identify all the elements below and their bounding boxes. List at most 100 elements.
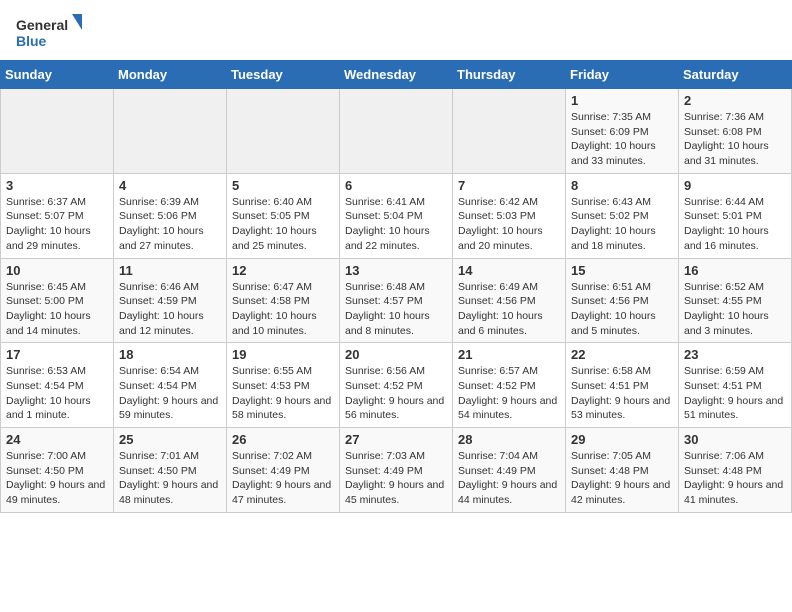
day-number: 4 — [119, 178, 221, 193]
calendar-cell: 5 Sunrise: 6:40 AM Sunset: 5:05 PM Daylig… — [227, 173, 340, 258]
weekday-header: Friday — [566, 61, 679, 89]
day-info: Sunrise: 6:56 AM Sunset: 4:52 PM Dayligh… — [345, 364, 447, 423]
day-info: Sunrise: 7:03 AM Sunset: 4:49 PM Dayligh… — [345, 449, 447, 508]
calendar-cell — [340, 89, 453, 174]
day-number: 9 — [684, 178, 786, 193]
calendar-cell — [453, 89, 566, 174]
day-number: 14 — [458, 263, 560, 278]
day-number: 16 — [684, 263, 786, 278]
calendar-cell: 16 Sunrise: 6:52 AM Sunset: 4:55 PM Dayli… — [679, 258, 792, 343]
calendar-header-row: SundayMondayTuesdayWednesdayThursdayFrid… — [1, 61, 792, 89]
calendar-cell: 9 Sunrise: 6:44 AM Sunset: 5:01 PM Daylig… — [679, 173, 792, 258]
calendar-cell: 4 Sunrise: 6:39 AM Sunset: 5:06 PM Daylig… — [114, 173, 227, 258]
day-info: Sunrise: 6:47 AM Sunset: 4:58 PM Dayligh… — [232, 280, 334, 339]
day-info: Sunrise: 6:59 AM Sunset: 4:51 PM Dayligh… — [684, 364, 786, 423]
calendar-cell — [227, 89, 340, 174]
day-number: 27 — [345, 432, 447, 447]
day-number: 29 — [571, 432, 673, 447]
day-info: Sunrise: 6:43 AM Sunset: 5:02 PM Dayligh… — [571, 195, 673, 254]
calendar-cell: 24 Sunrise: 7:00 AM Sunset: 4:50 PM Dayli… — [1, 428, 114, 513]
day-number: 7 — [458, 178, 560, 193]
calendar-week-row: 10 Sunrise: 6:45 AM Sunset: 5:00 PM Dayli… — [1, 258, 792, 343]
day-number: 24 — [6, 432, 108, 447]
calendar-week-row: 3 Sunrise: 6:37 AM Sunset: 5:07 PM Daylig… — [1, 173, 792, 258]
weekday-header: Saturday — [679, 61, 792, 89]
day-info: Sunrise: 7:04 AM Sunset: 4:49 PM Dayligh… — [458, 449, 560, 508]
day-info: Sunrise: 7:00 AM Sunset: 4:50 PM Dayligh… — [6, 449, 108, 508]
day-number: 6 — [345, 178, 447, 193]
calendar-cell: 29 Sunrise: 7:05 AM Sunset: 4:48 PM Dayli… — [566, 428, 679, 513]
day-number: 26 — [232, 432, 334, 447]
calendar-cell: 19Sunrise: 6:55 AM Sunset: 4:53 PM Dayli… — [227, 343, 340, 428]
day-info: Sunrise: 6:45 AM Sunset: 5:00 PM Dayligh… — [6, 280, 108, 339]
day-info: Sunrise: 6:48 AM Sunset: 4:57 PM Dayligh… — [345, 280, 447, 339]
calendar-cell: 18 Sunrise: 6:54 AM Sunset: 4:54 PM Dayli… — [114, 343, 227, 428]
day-info: Sunrise: 6:54 AM Sunset: 4:54 PM Dayligh… — [119, 364, 221, 423]
day-number: 12 — [232, 263, 334, 278]
page-header: GeneralBlue — [0, 0, 792, 60]
calendar-cell: 17 Sunrise: 6:53 AM Sunset: 4:54 PM Dayli… — [1, 343, 114, 428]
day-number: 15 — [571, 263, 673, 278]
calendar-week-row: 24 Sunrise: 7:00 AM Sunset: 4:50 PM Dayli… — [1, 428, 792, 513]
calendar-cell: 6 Sunrise: 6:41 AM Sunset: 5:04 PM Daylig… — [340, 173, 453, 258]
calendar-cell: 3 Sunrise: 6:37 AM Sunset: 5:07 PM Daylig… — [1, 173, 114, 258]
calendar-table: SundayMondayTuesdayWednesdayThursdayFrid… — [0, 60, 792, 513]
day-number: 11 — [119, 263, 221, 278]
day-info: Sunrise: 6:46 AM Sunset: 4:59 PM Dayligh… — [119, 280, 221, 339]
day-info: Sunrise: 7:36 AM Sunset: 6:08 PM Dayligh… — [684, 110, 786, 169]
weekday-header: Thursday — [453, 61, 566, 89]
weekday-header: Sunday — [1, 61, 114, 89]
day-number: 20 — [345, 347, 447, 362]
logo: GeneralBlue — [16, 12, 86, 52]
day-info: Sunrise: 6:53 AM Sunset: 4:54 PM Dayligh… — [6, 364, 108, 423]
calendar-cell: 2 Sunrise: 7:36 AM Sunset: 6:08 PM Daylig… — [679, 89, 792, 174]
calendar-week-row: 17 Sunrise: 6:53 AM Sunset: 4:54 PM Dayli… — [1, 343, 792, 428]
day-number: 21 — [458, 347, 560, 362]
day-number: 23 — [684, 347, 786, 362]
day-number: 25 — [119, 432, 221, 447]
calendar-cell: 8Sunrise: 6:43 AM Sunset: 5:02 PM Daylig… — [566, 173, 679, 258]
weekday-header: Monday — [114, 61, 227, 89]
calendar-cell: 27 Sunrise: 7:03 AM Sunset: 4:49 PM Dayli… — [340, 428, 453, 513]
day-number: 2 — [684, 93, 786, 108]
day-info: Sunrise: 7:05 AM Sunset: 4:48 PM Dayligh… — [571, 449, 673, 508]
day-number: 5 — [232, 178, 334, 193]
day-number: 30 — [684, 432, 786, 447]
day-info: Sunrise: 6:39 AM Sunset: 5:06 PM Dayligh… — [119, 195, 221, 254]
day-info: Sunrise: 6:52 AM Sunset: 4:55 PM Dayligh… — [684, 280, 786, 339]
calendar-cell: 1Sunrise: 7:35 AM Sunset: 6:09 PM Daylig… — [566, 89, 679, 174]
day-number: 17 — [6, 347, 108, 362]
weekday-header: Tuesday — [227, 61, 340, 89]
day-number: 18 — [119, 347, 221, 362]
calendar-cell: 28 Sunrise: 7:04 AM Sunset: 4:49 PM Dayli… — [453, 428, 566, 513]
day-number: 3 — [6, 178, 108, 193]
calendar-cell — [1, 89, 114, 174]
weekday-header: Wednesday — [340, 61, 453, 89]
day-number: 1 — [571, 93, 673, 108]
day-number: 28 — [458, 432, 560, 447]
logo-svg: GeneralBlue — [16, 12, 86, 52]
day-info: Sunrise: 6:44 AM Sunset: 5:01 PM Dayligh… — [684, 195, 786, 254]
calendar-cell: 25 Sunrise: 7:01 AM Sunset: 4:50 PM Dayli… — [114, 428, 227, 513]
calendar-cell: 12 Sunrise: 6:47 AM Sunset: 4:58 PM Dayli… — [227, 258, 340, 343]
calendar-cell: 26Sunrise: 7:02 AM Sunset: 4:49 PM Dayli… — [227, 428, 340, 513]
day-number: 22 — [571, 347, 673, 362]
day-info: Sunrise: 6:41 AM Sunset: 5:04 PM Dayligh… — [345, 195, 447, 254]
calendar-cell: 15 Sunrise: 6:51 AM Sunset: 4:56 PM Dayli… — [566, 258, 679, 343]
calendar-cell: 20 Sunrise: 6:56 AM Sunset: 4:52 PM Dayli… — [340, 343, 453, 428]
day-info: Sunrise: 6:42 AM Sunset: 5:03 PM Dayligh… — [458, 195, 560, 254]
calendar-cell: 14 Sunrise: 6:49 AM Sunset: 4:56 PM Dayli… — [453, 258, 566, 343]
day-info: Sunrise: 7:06 AM Sunset: 4:48 PM Dayligh… — [684, 449, 786, 508]
day-info: Sunrise: 7:01 AM Sunset: 4:50 PM Dayligh… — [119, 449, 221, 508]
day-number: 10 — [6, 263, 108, 278]
day-number: 13 — [345, 263, 447, 278]
calendar-cell: 7 Sunrise: 6:42 AM Sunset: 5:03 PM Daylig… — [453, 173, 566, 258]
calendar-cell: 21Sunrise: 6:57 AM Sunset: 4:52 PM Dayli… — [453, 343, 566, 428]
day-info: Sunrise: 6:51 AM Sunset: 4:56 PM Dayligh… — [571, 280, 673, 339]
day-info: Sunrise: 6:37 AM Sunset: 5:07 PM Dayligh… — [6, 195, 108, 254]
day-info: Sunrise: 6:40 AM Sunset: 5:05 PM Dayligh… — [232, 195, 334, 254]
svg-text:General: General — [16, 17, 68, 33]
calendar-cell: 13 Sunrise: 6:48 AM Sunset: 4:57 PM Dayli… — [340, 258, 453, 343]
day-info: Sunrise: 6:49 AM Sunset: 4:56 PM Dayligh… — [458, 280, 560, 339]
day-info: Sunrise: 6:55 AM Sunset: 4:53 PM Dayligh… — [232, 364, 334, 423]
